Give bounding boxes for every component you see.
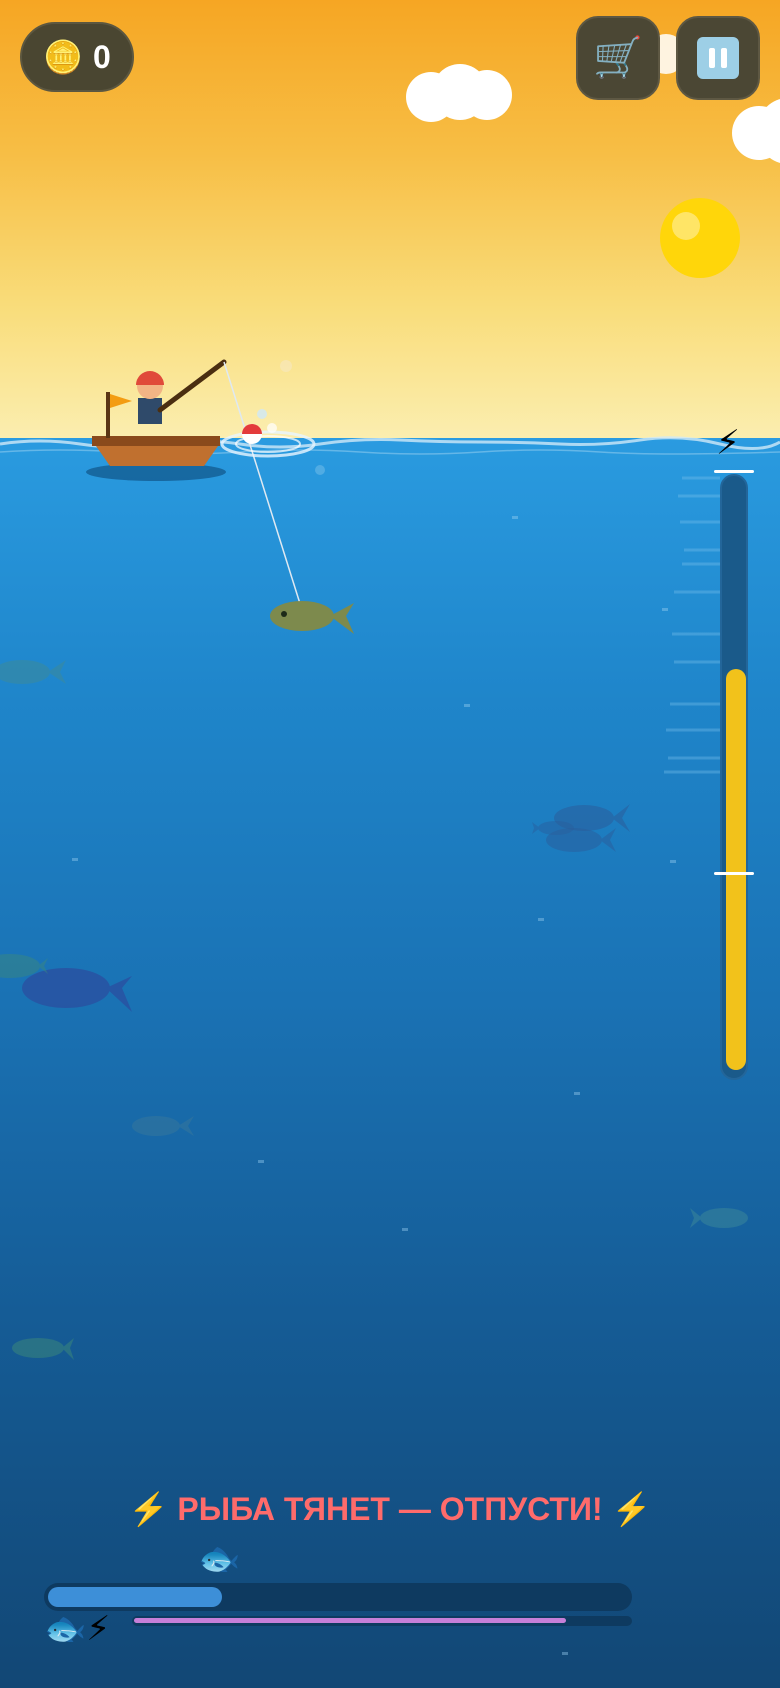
- depth-marks: [664, 476, 720, 774]
- tension-meter: [720, 474, 748, 1080]
- background-fish: [532, 821, 574, 835]
- fish-stamina-icon: 🐟⚡: [44, 1609, 111, 1649]
- fish-progress-icon: 🐟: [198, 1539, 241, 1579]
- background-fish: [22, 968, 132, 1012]
- meter-top-mark: [714, 470, 754, 473]
- fish-stamina-bar: [132, 1616, 632, 1626]
- background-fish: [12, 1338, 74, 1360]
- float-splash: [220, 360, 325, 475]
- catch-progress-fill: [48, 1587, 222, 1607]
- coin-counter: 🪙 0: [20, 22, 134, 92]
- fish-stamina-fill: [134, 1618, 566, 1623]
- background-fish: [690, 1208, 748, 1228]
- pause-icon: [697, 37, 739, 79]
- lightning-icon: ⚡: [716, 423, 740, 463]
- tension-meter-fill: [726, 669, 746, 1070]
- fish-pulling-warning: ⚡ РЫБА ТЯНЕТ — ОТПУСТИ! ⚡: [128, 1491, 652, 1527]
- cart-icon: 🛒: [593, 35, 643, 81]
- coin-icon: 🪙: [43, 38, 84, 76]
- catch-progress-bar: [44, 1583, 632, 1611]
- meter-target-mark: [714, 872, 754, 875]
- background-fish: [132, 1116, 194, 1136]
- fisherman: [136, 359, 227, 424]
- pause-button[interactable]: [676, 16, 760, 100]
- shop-button[interactable]: 🛒: [576, 16, 660, 100]
- game-scene: [0, 359, 780, 1655]
- bubbles: [72, 516, 676, 1655]
- background-fish: [0, 660, 66, 684]
- coin-count: 0: [93, 38, 111, 75]
- fishing-line: [223, 361, 303, 611]
- hooked-fish: [270, 601, 354, 634]
